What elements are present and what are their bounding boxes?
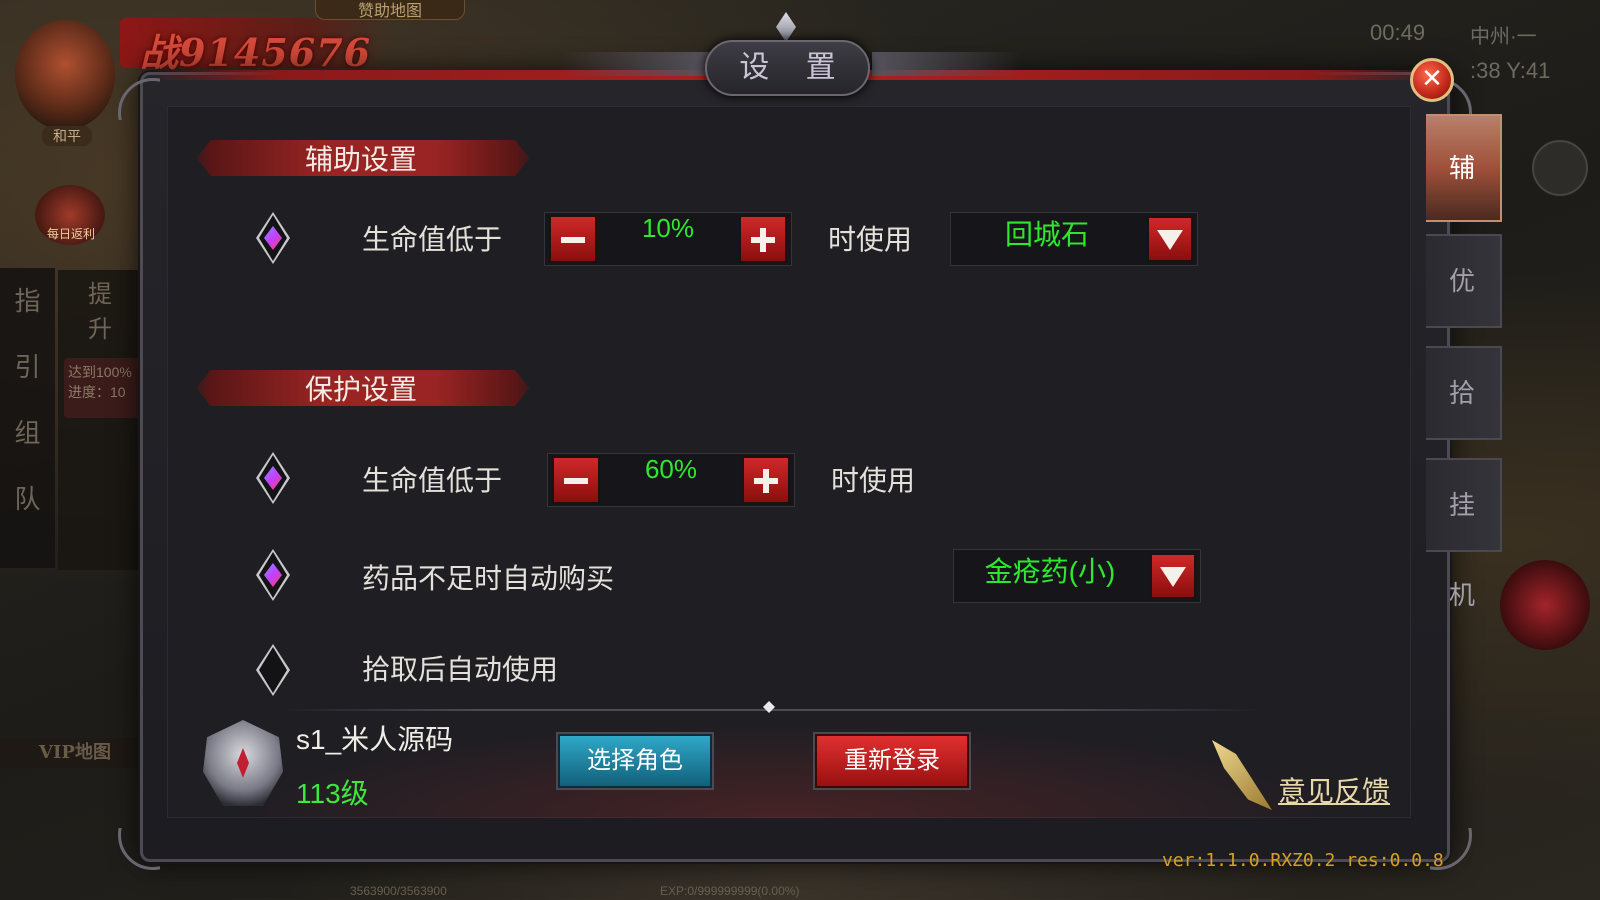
- vip-map-button[interactable]: VIP地图: [0, 738, 150, 768]
- assist-item-value: 回城石: [1004, 219, 1089, 250]
- protect-hp-stepper: 60%: [547, 453, 795, 507]
- protect-section-title: 保护设置: [305, 374, 418, 405]
- plus-button[interactable]: [739, 215, 787, 263]
- assist-use-suffix: 时使用: [828, 224, 913, 255]
- nav-team-2[interactable]: 队: [0, 466, 55, 532]
- close-icon: ✕: [1421, 64, 1443, 94]
- nav-guide-1[interactable]: 指: [0, 268, 55, 334]
- auto-buy-item-value: 金疮药(小): [984, 556, 1116, 587]
- select-role-button[interactable]: 选择角色: [558, 734, 712, 788]
- auto-buy-item-select[interactable]: 金疮药(小): [953, 549, 1201, 603]
- auto-buy-label: 药品不足时自动购买: [362, 563, 615, 594]
- close-button[interactable]: ✕: [1410, 58, 1454, 102]
- clock: 00:49: [1370, 20, 1426, 45]
- task-panel: 提 升 达到100% 进度：10: [58, 270, 148, 570]
- dialog-title: 设 置: [705, 40, 870, 96]
- assist-hp-stepper: 10%: [544, 212, 792, 266]
- coordinates: :38 Y:41: [1470, 58, 1551, 83]
- minus-button[interactable]: [552, 456, 600, 504]
- assist-hp-label: 生命值低于: [362, 224, 503, 255]
- plus-button[interactable]: [742, 456, 790, 504]
- task-tab[interactable]: 提 升: [58, 270, 148, 348]
- task-line-1: 达到100%: [68, 364, 132, 380]
- sponsor-map-label[interactable]: 赞助地图: [315, 0, 465, 20]
- player-name: s1_米人源码: [296, 724, 454, 755]
- location-name: 中州·一: [1470, 26, 1537, 48]
- tab-pickup[interactable]: 拾取: [1426, 346, 1502, 498]
- protect-hp-label: 生命值低于: [362, 465, 503, 496]
- combat-power: 战9145676: [120, 18, 390, 75]
- hp-readout: 3563900/3563900: [350, 884, 447, 898]
- tab-assist[interactable]: 辅助: [1426, 114, 1502, 287]
- assist-hp-checkbox[interactable]: [256, 212, 290, 264]
- settings-gear-icon[interactable]: [1532, 140, 1588, 196]
- exp-readout: EXP:0/999999999(0.00%): [660, 884, 800, 898]
- version-label: ver:1.1.0.RXZ0.2 res:0.0.8: [1162, 850, 1444, 871]
- skill-icon[interactable]: [1500, 560, 1590, 650]
- assist-section-title: 辅助设置: [305, 144, 418, 175]
- auto-buy-checkbox[interactable]: [256, 549, 290, 601]
- protect-use-suffix: 时使用: [831, 465, 916, 496]
- tab-optimize[interactable]: 优化: [1426, 234, 1502, 386]
- nav-guide-2[interactable]: 引: [0, 334, 55, 400]
- left-nav: 指 引 组 队: [0, 268, 55, 568]
- protect-hp-checkbox[interactable]: [256, 452, 290, 504]
- auto-use-checkbox[interactable]: [256, 644, 290, 696]
- assist-hp-value: 10%: [641, 213, 695, 243]
- auto-use-label: 拾取后自动使用: [362, 654, 559, 685]
- tab-autoplay[interactable]: 挂机: [1426, 458, 1502, 610]
- nav-team-1[interactable]: 组: [0, 400, 55, 466]
- feedback-link[interactable]: 意见反馈: [1278, 770, 1390, 810]
- protect-hp-value: 60%: [644, 454, 698, 484]
- assist-item-select[interactable]: 回城石: [950, 212, 1198, 266]
- task-line-2: 进度：10: [68, 384, 126, 400]
- relogin-button[interactable]: 重新登录: [815, 734, 969, 788]
- player-avatar[interactable]: [15, 20, 115, 130]
- dropdown-arrow-icon[interactable]: [1147, 216, 1193, 262]
- player-level: 113级: [296, 778, 369, 809]
- daily-rebate-icon[interactable]: 每日返利: [35, 185, 105, 245]
- title-wing-right: [872, 52, 1022, 76]
- pk-mode-badge[interactable]: 和平: [42, 126, 92, 146]
- dropdown-arrow-icon[interactable]: [1150, 553, 1196, 599]
- task-card[interactable]: 达到100% 进度：10: [64, 358, 142, 418]
- title-wing-left: [560, 52, 710, 76]
- minus-button[interactable]: [549, 215, 597, 263]
